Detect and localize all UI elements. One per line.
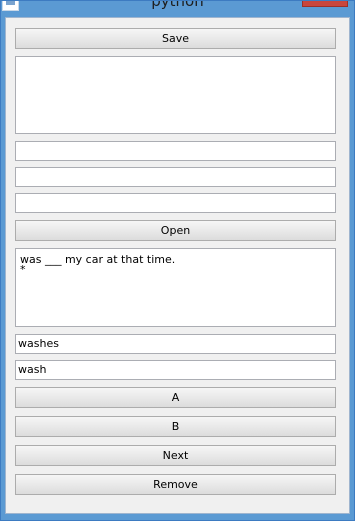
text-field-3[interactable] bbox=[15, 193, 336, 213]
app-window: python Save Open was ___ my car at that … bbox=[0, 0, 355, 521]
question-text-area[interactable]: was ___ my car at that time. * bbox=[15, 248, 336, 327]
b-button[interactable]: B bbox=[15, 416, 336, 437]
answer-b-field[interactable]: wash bbox=[15, 360, 336, 380]
remove-button[interactable]: Remove bbox=[15, 474, 336, 495]
a-button[interactable]: A bbox=[15, 387, 336, 408]
answer-a-field[interactable]: washes bbox=[15, 334, 336, 354]
main-panel: Save Open was ___ my car at that time. *… bbox=[5, 17, 350, 514]
open-button[interactable]: Open bbox=[15, 220, 336, 241]
save-button[interactable]: Save bbox=[15, 28, 336, 49]
next-button[interactable]: Next bbox=[15, 445, 336, 466]
text-field-1[interactable] bbox=[15, 141, 336, 161]
close-button[interactable] bbox=[302, 1, 348, 7]
text-field-2[interactable] bbox=[15, 167, 336, 187]
top-text-area[interactable] bbox=[15, 56, 336, 134]
title-bar: python bbox=[1, 1, 354, 15]
